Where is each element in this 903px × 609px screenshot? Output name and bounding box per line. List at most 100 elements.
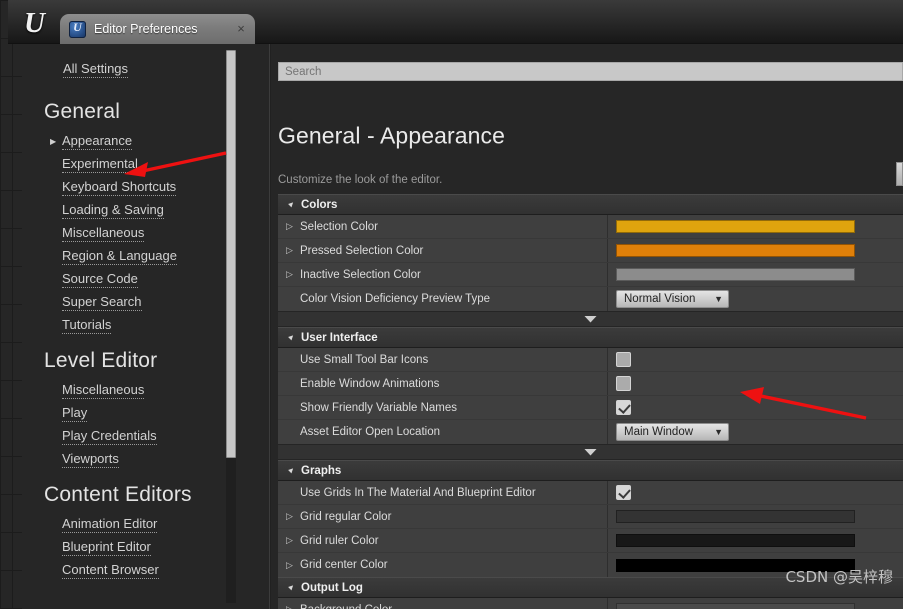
expand-triangle-icon[interactable]: ▷ [286, 604, 300, 609]
property-value-cell [608, 396, 903, 419]
property-label: Use Grids In The Material And Blueprint … [300, 486, 536, 499]
sidebar-item-label: Miscellaneous [62, 225, 145, 242]
settings-options-button[interactable] [896, 162, 903, 186]
property-name-cell: ▷ Grid regular Color [278, 505, 608, 528]
expand-triangle-icon[interactable]: ▷ [286, 269, 300, 280]
category-header-user-interface[interactable]: ▲ User Interface [278, 327, 903, 348]
sidebar-item-label: Play [62, 405, 88, 422]
sidebar-item-label: Keyboard Shortcuts [62, 179, 177, 196]
property-label: Inactive Selection Color [300, 268, 421, 281]
section-splitter[interactable] [278, 311, 903, 327]
sidebar-item-label: Experimental [62, 156, 138, 173]
property-value-cell [608, 598, 903, 609]
color-swatch[interactable] [616, 244, 855, 257]
collapse-triangle-icon[interactable]: ▲ [285, 330, 299, 344]
category-section: ▲ User Interface Use Small Tool Bar Icons E… [278, 327, 903, 460]
property-name-cell: Enable Window Animations [278, 372, 608, 395]
sidebar-item-label: Animation Editor [62, 516, 158, 533]
property-name-cell: ▷ Selection Color [278, 215, 608, 238]
collapse-triangle-icon[interactable]: ▲ [285, 197, 299, 211]
collapse-triangle-icon[interactable]: ▲ [285, 463, 299, 477]
sidebar-item-label: Play Credentials [62, 428, 157, 445]
color-swatch[interactable] [616, 220, 855, 233]
property-name-cell: ▷ Inactive Selection Color [278, 263, 608, 286]
settings-content: General - Appearance Customize the look … [271, 44, 903, 609]
checkbox[interactable] [616, 485, 631, 500]
property-label: Grid regular Color [300, 510, 392, 523]
category-section: ▲ Graphs Use Grids In The Material And Blu… [278, 460, 903, 577]
sidebar-item-label: Source Code [62, 271, 138, 288]
editor-preferences-icon [69, 20, 86, 38]
sidebar-item-label: Loading & Saving [62, 202, 164, 219]
expand-triangle-icon[interactable]: ▷ [286, 560, 300, 571]
sidebar-item-label: Blueprint Editor [62, 539, 151, 556]
window-body: All Settings General ▶ Appearance Experiment… [22, 44, 903, 609]
sidebar-item-label: Content Browser [62, 562, 159, 579]
splitter-handle-icon[interactable] [584, 315, 597, 323]
checkbox[interactable] [616, 376, 631, 391]
tab-editor-preferences[interactable]: Editor Preferences × [60, 14, 255, 44]
checkbox[interactable] [616, 400, 631, 415]
property-name-cell: ▷Background Color [278, 598, 608, 609]
expand-triangle-icon[interactable]: ▷ [286, 511, 300, 522]
property-row: ▷ Grid ruler Color [278, 529, 903, 553]
property-row: ▷Background Color [278, 598, 903, 609]
collapse-triangle-icon[interactable]: ▲ [285, 580, 299, 594]
sidebar-item-label: Appearance [62, 133, 133, 150]
editor-preferences-window: U Editor Preferences × All SettingsGener… [0, 0, 903, 609]
sidebar-item-label: Miscellaneous [62, 382, 145, 399]
property-label: Enable Window Animations [300, 377, 440, 390]
page-subtitle: Customize the look of the editor. [278, 174, 443, 186]
category-header-colors[interactable]: ▲ Colors [278, 194, 903, 215]
color-swatch[interactable] [616, 603, 855, 609]
property-row: ▷ Grid regular Color [278, 505, 903, 529]
category-title: Colors [301, 198, 338, 211]
search-bar[interactable] [278, 62, 903, 81]
property-value-cell: Main Window ▼ [608, 420, 903, 444]
property-value-cell [608, 505, 903, 528]
property-value-cell: Normal Vision ▼ [608, 287, 903, 311]
property-value-cell [608, 529, 903, 552]
property-name-cell: ▷ Grid center Color [278, 553, 608, 577]
dropdown[interactable]: Main Window ▼ [616, 423, 729, 441]
property-value-cell [608, 481, 903, 504]
section-splitter[interactable] [278, 444, 903, 460]
category-header-graphs[interactable]: ▲ Graphs [278, 460, 903, 481]
category-body: ▷ Selection Color ▷ Pressed Selection Color… [278, 215, 903, 311]
sidebar-item-all-settings[interactable]: All Settings [63, 60, 129, 78]
chevron-right-icon[interactable]: ▶ [50, 132, 62, 151]
color-swatch[interactable] [616, 534, 855, 547]
property-row: Color Vision Deficiency Preview Type Norm… [278, 287, 903, 311]
dropdown-value: Normal Vision [624, 293, 696, 305]
property-label: Color Vision Deficiency Preview Type [300, 293, 491, 305]
color-swatch[interactable] [616, 510, 855, 523]
title-bar: U Editor Preferences × [8, 0, 903, 44]
checkbox[interactable] [616, 352, 631, 367]
property-label: Asset Editor Open Location [300, 426, 440, 438]
splitter-handle-icon[interactable] [584, 448, 597, 456]
dropdown[interactable]: Normal Vision ▼ [616, 290, 729, 308]
property-value-cell [608, 239, 903, 262]
search-input[interactable] [285, 65, 902, 78]
expand-triangle-icon[interactable]: ▷ [286, 535, 300, 546]
property-label: Grid ruler Color [300, 534, 379, 547]
sidebar-item-label: Super Search [62, 294, 142, 311]
property-label: Selection Color [300, 220, 378, 233]
sidebar-scrollbar-thumb[interactable] [226, 50, 236, 458]
property-name-cell: Asset Editor Open Location [278, 420, 608, 444]
property-name-cell: Show Friendly Variable Names [278, 396, 608, 419]
chevron-down-icon[interactable]: ▼ [714, 427, 723, 437]
property-value-cell [608, 348, 903, 371]
sidebar-item-label: Tutorials [62, 317, 112, 334]
expand-triangle-icon[interactable]: ▷ [286, 221, 300, 232]
category-title: User Interface [301, 331, 378, 344]
unreal-engine-logo-icon: U [24, 6, 45, 39]
property-name-cell: Use Grids In The Material And Blueprint … [278, 481, 608, 504]
close-icon[interactable]: × [233, 21, 249, 37]
category-section: ▲ Colors ▷ Selection Color ▷ Pressed Selectio… [278, 194, 903, 327]
property-row: ▷ Selection Color [278, 215, 903, 239]
expand-triangle-icon[interactable]: ▷ [286, 245, 300, 256]
property-label: Use Small Tool Bar Icons [300, 353, 429, 366]
color-swatch[interactable] [616, 268, 855, 281]
chevron-down-icon[interactable]: ▼ [714, 294, 723, 304]
